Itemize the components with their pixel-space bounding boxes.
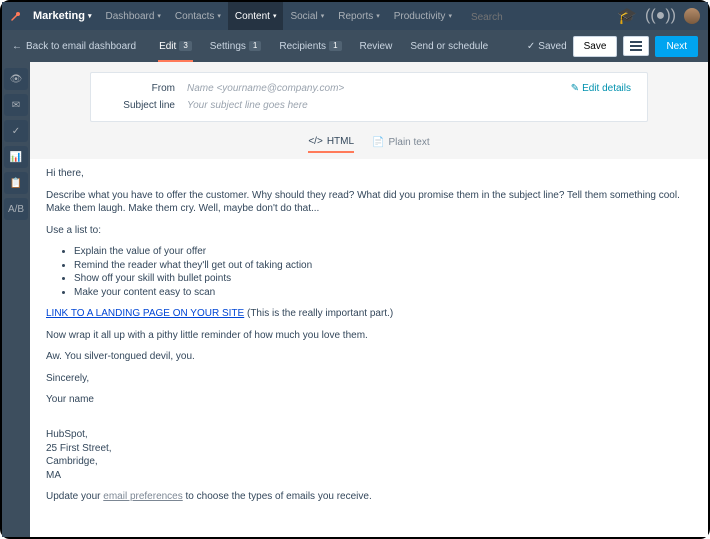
tab-recipients[interactable]: Recipients1 <box>270 30 350 62</box>
tab-html-label: HTML <box>327 136 354 147</box>
view-mode-tabs: </> HTML 📄 Plain text <box>30 136 708 153</box>
top-nav: Marketing▾ Dashboard▾Contacts▾Content▾So… <box>2 2 708 30</box>
side-toolbar: 👁 ✉ ✓ 📊 📋 A/B <box>2 62 30 537</box>
arrow-left-icon: ← <box>12 41 22 52</box>
chevron-down-icon: ▾ <box>448 12 452 20</box>
from-value: Name <yourname@company.com> <box>187 83 571 94</box>
user-avatar[interactable] <box>684 8 700 24</box>
preferences-line: Update your email preferences to choose … <box>46 490 686 504</box>
academy-icon[interactable]: 🎓 <box>617 6 637 26</box>
clipboard-icon[interactable]: 📋 <box>4 172 28 194</box>
paragraph-3: Now wrap it all up with a pithy little r… <box>46 329 686 343</box>
edit-details-label: Edit details <box>582 83 631 94</box>
email-header-card: From Name <yourname@company.com> ✎ Edit … <box>90 72 648 122</box>
signoff: Sincerely, <box>46 372 686 386</box>
badge: 3 <box>179 41 191 51</box>
global-search <box>467 7 617 26</box>
code-icon: </> <box>308 136 322 147</box>
saved-indicator: ✓ Saved <box>527 41 567 52</box>
search-input[interactable] <box>467 9 577 26</box>
ab-icon[interactable]: A/B <box>4 198 28 220</box>
tab-send-or-schedule[interactable]: Send or schedule <box>401 30 497 62</box>
list-view-button[interactable] <box>623 36 649 56</box>
email-preferences-link[interactable]: email preferences <box>103 491 182 502</box>
address-line-3: Cambridge, <box>46 455 686 469</box>
sender-name: Your name <box>46 393 686 407</box>
nav-brand-label: Marketing <box>33 10 85 22</box>
chevron-down-icon: ▾ <box>157 12 161 20</box>
save-button[interactable]: Save <box>573 36 618 57</box>
cta-line: LINK TO A LANDING PAGE ON YOUR SITE (Thi… <box>46 307 686 321</box>
pencil-icon: ✎ <box>571 83 579 94</box>
address-line-1: HubSpot, <box>46 428 686 442</box>
back-link[interactable]: ← Back to email dashboard <box>12 41 136 52</box>
nav-dashboard[interactable]: Dashboard▾ <box>98 2 167 30</box>
tab-plaintext[interactable]: 📄 Plain text <box>372 136 430 153</box>
cta-link[interactable]: LINK TO A LANDING PAGE ON YOUR SITE <box>46 308 244 319</box>
badge: 1 <box>249 41 261 51</box>
edit-details-link[interactable]: ✎ Edit details <box>571 83 631 94</box>
subject-value: Your subject line goes here <box>187 100 631 111</box>
nav-brand-marketing[interactable]: Marketing▾ <box>26 2 98 30</box>
chevron-down-icon: ▾ <box>273 12 277 20</box>
next-button[interactable]: Next <box>655 36 698 57</box>
bullet-list: Explain the value of your offerRemind th… <box>74 245 686 299</box>
cta-note: (This is the really important part.) <box>244 308 393 319</box>
tab-plaintext-label: Plain text <box>389 137 430 148</box>
sub-nav: ← Back to email dashboard Edit3Settings1… <box>2 30 708 62</box>
chevron-down-icon: ▾ <box>321 12 325 20</box>
tab-edit[interactable]: Edit3 <box>150 30 201 62</box>
check-icon: ✓ <box>527 41 535 52</box>
nav-productivity[interactable]: Productivity▾ <box>387 2 459 30</box>
chevron-down-icon: ▾ <box>376 12 380 20</box>
email-body[interactable]: Hi there, Describe what you have to offe… <box>30 159 708 537</box>
saved-label: Saved <box>538 41 566 52</box>
eye-icon[interactable]: 👁 <box>4 68 28 90</box>
list-item: Show off your skill with bullet points <box>74 272 686 286</box>
tab-review[interactable]: Review <box>351 30 402 62</box>
document-icon: 📄 <box>372 137 384 148</box>
check-icon[interactable]: ✓ <box>4 120 28 142</box>
nav-content[interactable]: Content▾ <box>228 2 284 30</box>
tab-settings[interactable]: Settings1 <box>201 30 271 62</box>
tab-html[interactable]: </> HTML <box>308 136 354 153</box>
from-label: From <box>107 83 187 94</box>
chevron-down-icon: ▾ <box>88 12 92 20</box>
address-line-2: 25 First Street, <box>46 442 686 456</box>
greeting: Hi there, <box>46 167 686 181</box>
list-item: Remind the reader what they'll get out o… <box>74 259 686 273</box>
subject-label: Subject line <box>107 100 187 111</box>
back-label: Back to email dashboard <box>26 41 136 52</box>
nav-reports[interactable]: Reports▾ <box>331 2 387 30</box>
hubspot-logo-icon <box>10 10 22 22</box>
paragraph-1: Describe what you have to offer the cust… <box>46 189 686 216</box>
chevron-down-icon: ▾ <box>217 12 221 20</box>
envelope-icon[interactable]: ✉ <box>4 94 28 116</box>
nav-contacts[interactable]: Contacts▾ <box>168 2 228 30</box>
nav-social[interactable]: Social▾ <box>283 2 331 30</box>
chart-icon[interactable]: 📊 <box>4 146 28 168</box>
broadcast-icon[interactable]: ((●)) <box>645 7 676 25</box>
paragraph-4: Aw. You silver-tongued devil, you. <box>46 350 686 364</box>
list-item: Make your content easy to scan <box>74 286 686 300</box>
workspace: 👁 ✉ ✓ 📊 📋 A/B From Name <yourname@company.com… <box>2 62 708 537</box>
paragraph-2: Use a list to: <box>46 224 686 238</box>
list-item: Explain the value of your offer <box>74 245 686 259</box>
badge: 1 <box>329 41 341 51</box>
address-line-4: MA <box>46 469 686 483</box>
